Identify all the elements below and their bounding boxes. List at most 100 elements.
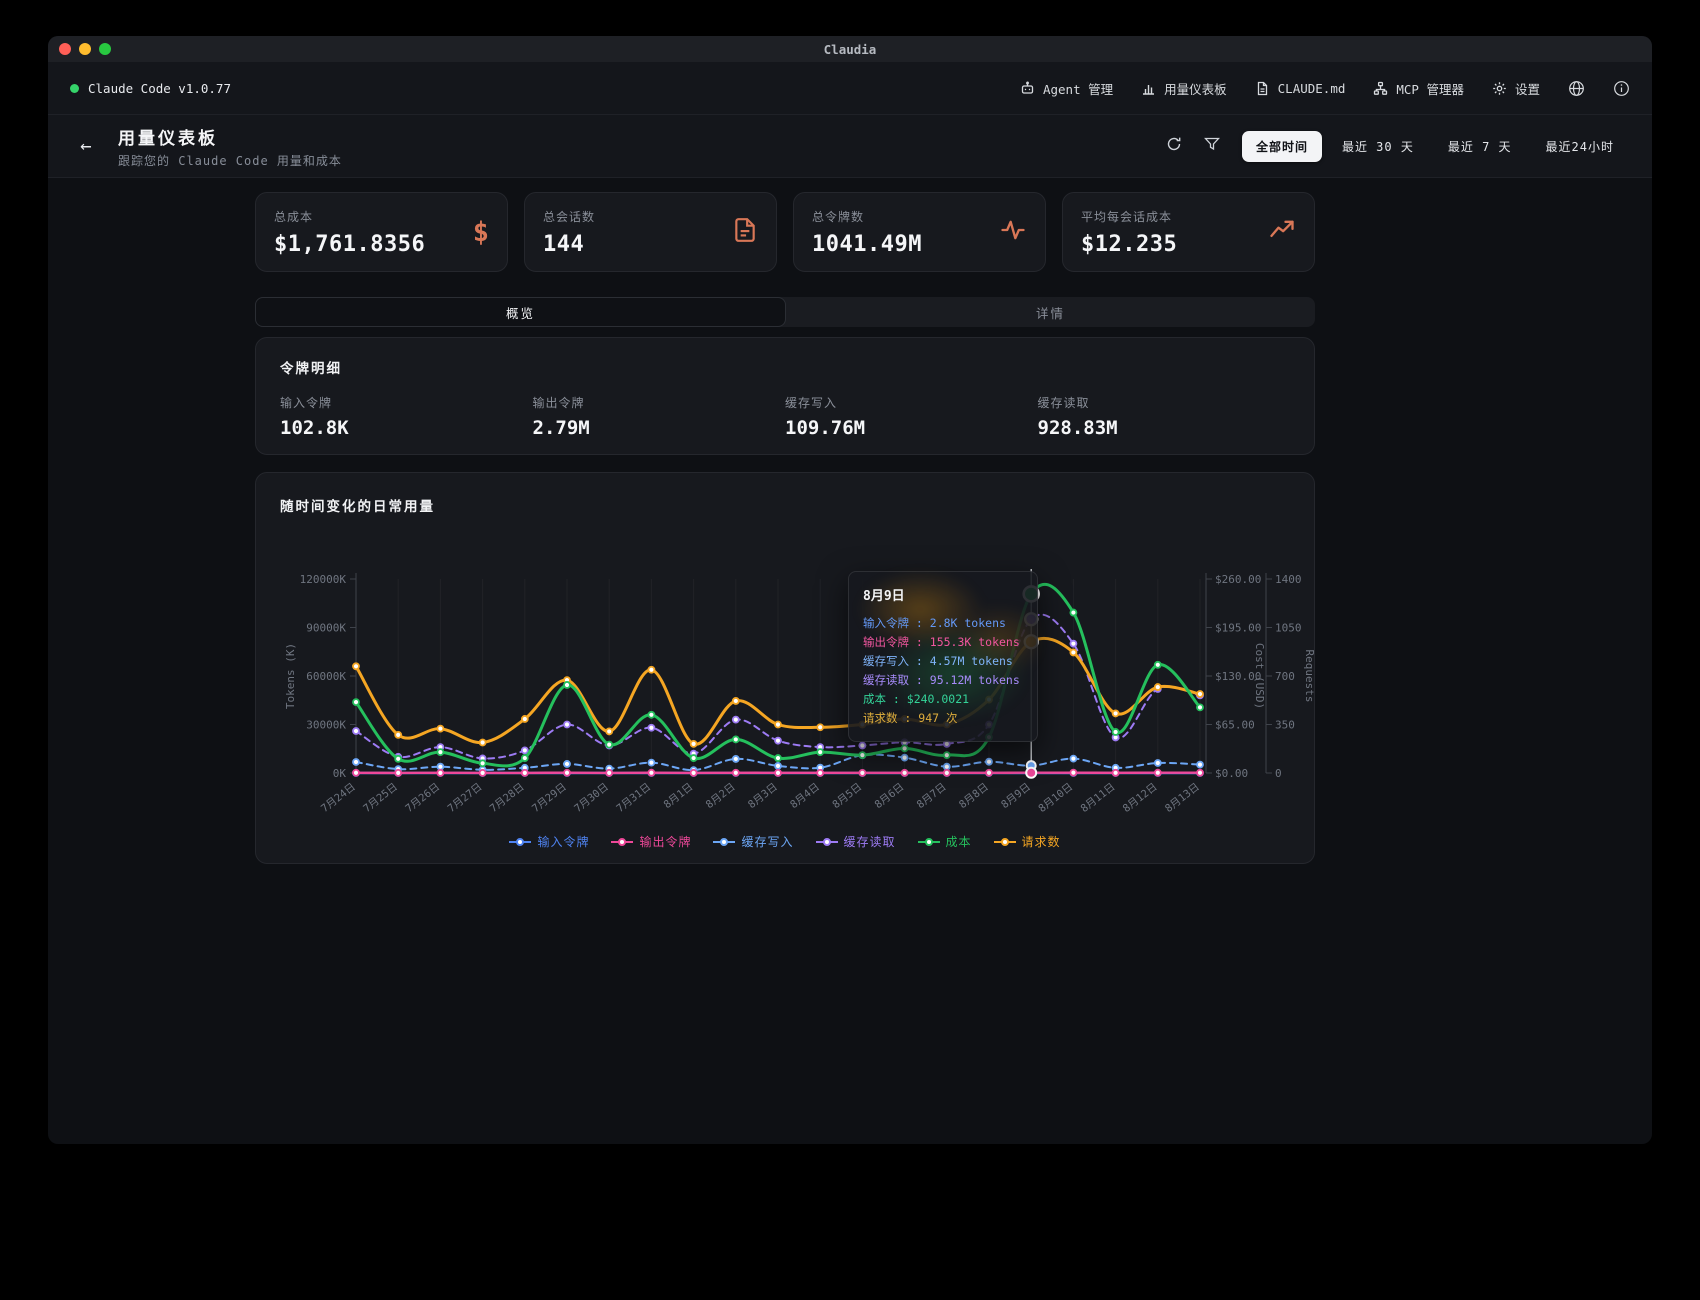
legend-line-icon <box>918 837 940 847</box>
refresh-icon <box>1166 136 1182 156</box>
svg-text:8月4日: 8月4日 <box>788 781 822 811</box>
legend-line-icon <box>816 837 838 847</box>
svg-text:$260.00: $260.00 <box>1215 573 1261 586</box>
gear-icon <box>1492 81 1507 96</box>
svg-text:7月25日: 7月25日 <box>361 781 400 815</box>
legend-item[interactable]: 请求数 <box>994 833 1061 850</box>
nav-mcp-manager[interactable]: MCP 管理器 <box>1373 79 1464 98</box>
status-dot-icon <box>70 84 79 93</box>
range-24-hours[interactable]: 最近24小时 <box>1532 131 1628 162</box>
tooltip-row: 请求数 : 947 次 <box>863 709 1023 728</box>
svg-text:0: 0 <box>1275 767 1282 780</box>
nav-label: 用量仪表板 <box>1164 79 1227 98</box>
stat-value: 144 <box>543 232 595 257</box>
svg-text:7月28日: 7月28日 <box>488 781 527 815</box>
svg-text:7月30日: 7月30日 <box>572 781 611 815</box>
file-text-icon <box>732 217 758 247</box>
time-range-group: 全部时间 最近 30 天 最近 7 天 最近24小时 <box>1242 131 1628 162</box>
svg-text:90000K: 90000K <box>306 622 346 635</box>
menubar: Claude Code v1.0.77 Agent 管理 用量仪表板 CLAUD… <box>48 62 1652 115</box>
legend-label: 输出令牌 <box>639 833 691 850</box>
svg-text:60000K: 60000K <box>306 670 346 683</box>
tooltip-row: 缓存写入 : 4.57M tokens <box>863 652 1023 671</box>
activity-icon <box>999 216 1027 248</box>
token-breakdown-title: 令牌明细 <box>280 357 1290 377</box>
window-title: Claudia <box>824 42 877 57</box>
range-all-time[interactable]: 全部时间 <box>1242 131 1322 162</box>
stat-label: 总令牌数 <box>812 208 922 225</box>
legend-item[interactable]: 缓存写入 <box>713 833 793 850</box>
stat-label: 总会话数 <box>543 208 595 225</box>
legend-item[interactable]: 缓存读取 <box>816 833 896 850</box>
range-30-days[interactable]: 最近 30 天 <box>1328 131 1428 162</box>
close-window-button[interactable] <box>59 43 71 55</box>
stat-card-total-cost: 总成本 $1,761.8356 $ <box>255 192 508 272</box>
content: 总成本 $1,761.8356 $ 总会话数 144 总令牌数 1041.49 <box>255 178 1315 864</box>
usage-chart-card: 随时间变化的日常用量 0K30000K60000K90000K120000KTo… <box>255 472 1315 864</box>
svg-text:350: 350 <box>1275 719 1295 732</box>
chart-title: 随时间变化的日常用量 <box>280 495 435 515</box>
svg-text:8月7日: 8月7日 <box>915 781 949 811</box>
svg-text:Requests: Requests <box>1303 650 1314 703</box>
page-subtitle: 跟踪您的 Claude Code 用量和成本 <box>118 152 342 169</box>
svg-text:$0.00: $0.00 <box>1215 767 1248 780</box>
svg-text:700: 700 <box>1275 670 1295 683</box>
nav-settings[interactable]: 设置 <box>1492 79 1540 98</box>
svg-text:8月11日: 8月11日 <box>1079 781 1118 815</box>
tab-details[interactable]: 详情 <box>786 297 1315 327</box>
svg-text:8月3日: 8月3日 <box>746 781 780 811</box>
stats-row: 总成本 $1,761.8356 $ 总会话数 144 总令牌数 1041.49 <box>255 192 1315 272</box>
tooltip-row: 输出令牌 : 155.3K tokens <box>863 633 1023 652</box>
legend-item[interactable]: 成本 <box>918 833 972 850</box>
nav-label: CLAUDE.md <box>1278 81 1346 96</box>
page-title: 用量仪表板 <box>118 124 342 149</box>
nav-label: Agent 管理 <box>1043 79 1113 98</box>
svg-text:8月8日: 8月8日 <box>957 781 991 811</box>
svg-text:30000K: 30000K <box>306 719 346 732</box>
nav-usage-dashboard[interactable]: 用量仪表板 <box>1141 79 1227 98</box>
legend-label: 输入令牌 <box>537 833 589 850</box>
svg-text:0K: 0K <box>333 767 347 780</box>
minimize-window-button[interactable] <box>79 43 91 55</box>
legend-item[interactable]: 输入令牌 <box>509 833 589 850</box>
refresh-button[interactable] <box>1160 132 1188 160</box>
app-status: Claude Code v1.0.77 <box>70 81 231 96</box>
svg-text:7月24日: 7月24日 <box>319 781 358 815</box>
svg-text:8月10日: 8月10日 <box>1036 781 1075 815</box>
svg-text:7月26日: 7月26日 <box>403 781 442 815</box>
token-item-cache-read: 缓存读取 928.83M <box>1038 394 1291 439</box>
nav-agent-manager[interactable]: Agent 管理 <box>1020 79 1113 98</box>
tooltip-row: 输入令牌 : 2.8K tokens <box>863 614 1023 633</box>
zoom-window-button[interactable] <box>99 43 111 55</box>
svg-text:7月29日: 7月29日 <box>530 781 569 815</box>
legend-item[interactable]: 输出令牌 <box>611 833 691 850</box>
trending-up-icon <box>1268 216 1296 248</box>
info-button[interactable] <box>1613 80 1630 97</box>
tooltip-row: 缓存读取 : 95.12M tokens <box>863 671 1023 690</box>
back-arrow-icon: ← <box>80 135 91 157</box>
tooltip-date: 8月9日 <box>863 585 1023 604</box>
legend-line-icon <box>994 837 1016 847</box>
legend-label: 缓存读取 <box>844 833 896 850</box>
svg-text:8月1日: 8月1日 <box>662 781 696 811</box>
filter-button[interactable] <box>1198 132 1226 160</box>
language-globe-button[interactable] <box>1568 80 1585 97</box>
filter-icon <box>1204 136 1220 156</box>
page-header: ← 用量仪表板 跟踪您的 Claude Code 用量和成本 全部时间 最近 3… <box>48 115 1652 178</box>
svg-text:8月5日: 8月5日 <box>830 781 864 811</box>
stat-value: $12.235 <box>1081 232 1177 257</box>
chart-tooltip: 8月9日 输入令牌 : 2.8K tokens输出令牌 : 155.3K tok… <box>848 571 1038 742</box>
nav-claude-md[interactable]: CLAUDE.md <box>1255 81 1346 96</box>
dollar-icon: $ <box>473 217 489 248</box>
stat-value: 1041.49M <box>812 232 922 257</box>
desktop: Claudia Claude Code v1.0.77 Agent 管理 用量仪… <box>0 0 1700 1300</box>
tab-overview[interactable]: 概览 <box>255 297 786 327</box>
app-window: Claudia Claude Code v1.0.77 Agent 管理 用量仪… <box>48 36 1652 1144</box>
range-7-days[interactable]: 最近 7 天 <box>1434 131 1526 162</box>
stat-value: $1,761.8356 <box>274 232 425 257</box>
svg-text:7月31日: 7月31日 <box>614 781 653 815</box>
tooltip-row: 成本 : $240.0021 <box>863 690 1023 709</box>
main-nav: Agent 管理 用量仪表板 CLAUDE.md MCP 管理器 设置 <box>1020 79 1630 98</box>
back-button[interactable]: ← <box>72 132 100 160</box>
usage-line-chart[interactable]: 0K30000K60000K90000K120000KTokens (K)$0.… <box>256 473 1314 823</box>
